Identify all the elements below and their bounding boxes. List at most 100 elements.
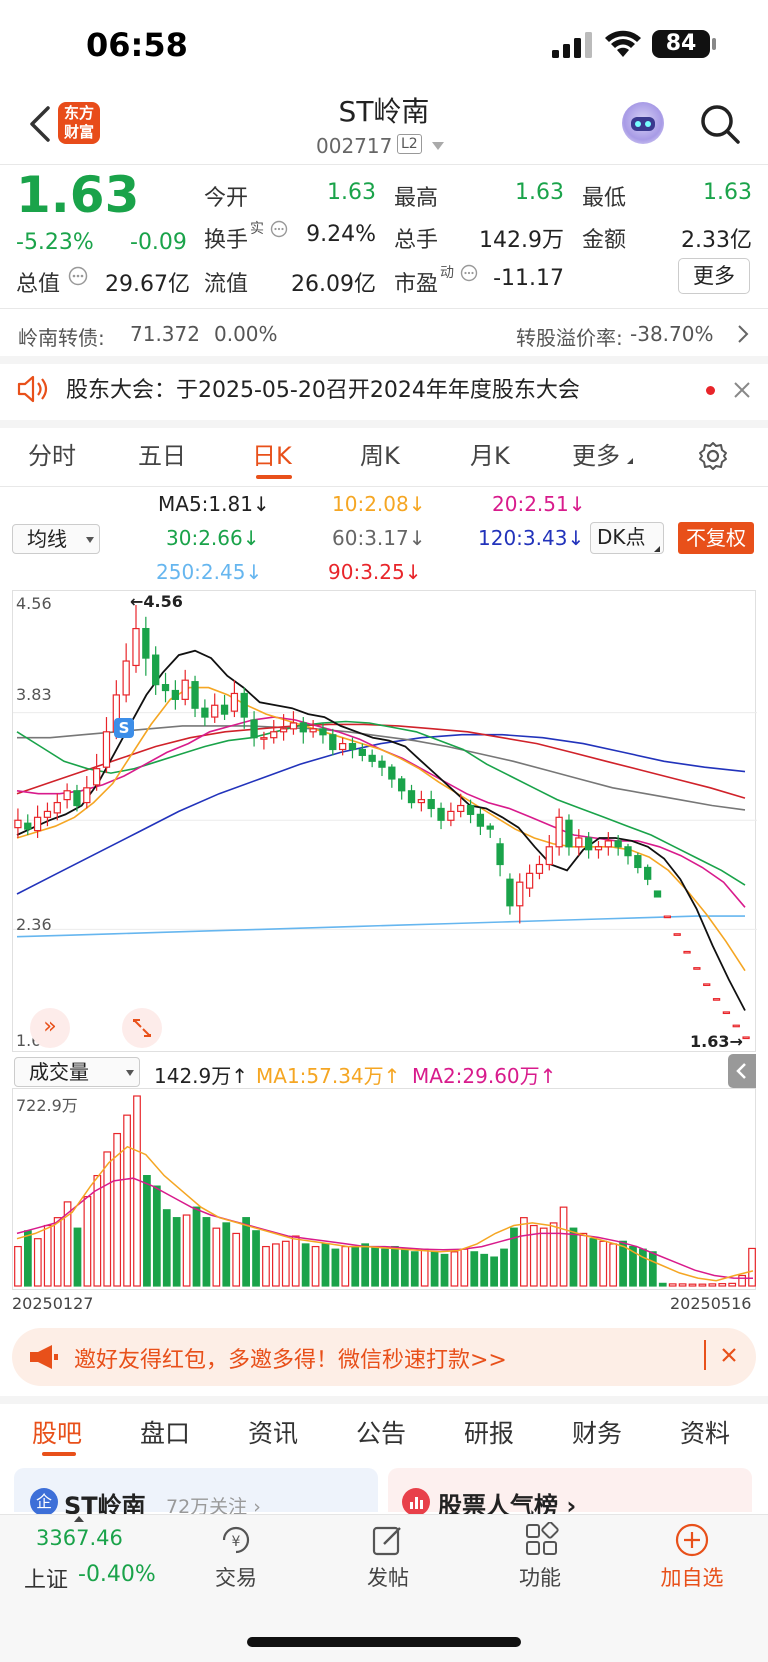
candle-body xyxy=(358,748,366,756)
nav-add-watchlist[interactable]: 加自选 xyxy=(637,1562,747,1592)
collapse-panel-button[interactable] xyxy=(728,1054,756,1088)
candle xyxy=(211,693,219,723)
ma20-line xyxy=(16,716,746,908)
tab-daily-k[interactable]: 日K xyxy=(252,436,292,471)
volume-bar xyxy=(549,1222,558,1287)
home-indicator xyxy=(247,1637,521,1647)
chevron-right-icon[interactable] xyxy=(736,324,750,344)
sell-signal-badge[interactable]: S xyxy=(114,718,134,738)
compose-icon[interactable] xyxy=(370,1522,406,1558)
candle xyxy=(722,1011,731,1015)
tab-more[interactable]: 更多 xyxy=(572,436,620,471)
volume-bar xyxy=(698,1283,707,1287)
candle-body xyxy=(447,810,455,821)
candle xyxy=(83,776,91,809)
volume-bar xyxy=(281,1240,290,1287)
notice-text[interactable]: 股东大会：于2025-05-20召开2024年年度股东大会 xyxy=(66,372,580,404)
candle-body xyxy=(634,855,642,869)
volume-bar xyxy=(162,1209,171,1287)
candle xyxy=(142,616,150,676)
tab-announcements[interactable]: 公告 xyxy=(356,1414,406,1450)
volume-bar xyxy=(311,1245,320,1287)
candle xyxy=(732,1024,740,1028)
header-divider xyxy=(0,164,768,165)
index-value[interactable]: 3367.46 xyxy=(36,1526,123,1550)
volume-bar xyxy=(172,1217,181,1287)
candle xyxy=(181,669,189,706)
ma5-line xyxy=(16,649,746,1011)
tabs-divider xyxy=(0,486,768,487)
assistant-robot-icon[interactable] xyxy=(622,102,664,144)
adjust-toggle-button[interactable]: 不复权 xyxy=(678,522,754,554)
signal-icon xyxy=(552,32,592,58)
amount-value: 2.33亿 xyxy=(681,228,752,253)
candle-body xyxy=(486,825,494,830)
volume-bar xyxy=(53,1217,62,1287)
volume-indicator-select[interactable]: 成交量 xyxy=(14,1057,140,1087)
expand-left-icon[interactable]: » xyxy=(30,1008,70,1048)
volume-bar xyxy=(222,1222,231,1287)
candle-body xyxy=(693,967,701,970)
tab-monthly-k[interactable]: 月K xyxy=(470,436,510,471)
ma10-label: 10:2.08↓ xyxy=(332,492,426,516)
tab-handicap[interactable]: 盘口 xyxy=(140,1414,190,1450)
candle xyxy=(92,753,101,791)
index-name[interactable]: 上证 xyxy=(24,1562,68,1594)
volume-max-label: 722.9万 xyxy=(16,1096,78,1115)
tab-financials[interactable]: 财务 xyxy=(572,1414,622,1450)
candle-body xyxy=(703,983,711,987)
volume-bar xyxy=(569,1227,578,1287)
amount-label: 金额 xyxy=(582,228,627,253)
promo-text[interactable]: 邀好友得红包，多邀多得！微信秒速打款>> xyxy=(74,1342,507,1374)
tab-research[interactable]: 研报 xyxy=(464,1414,514,1450)
total-value: 29.67亿 xyxy=(105,272,190,297)
candle-body xyxy=(270,731,278,739)
convertible-bond-name[interactable]: 岭南转债: xyxy=(18,322,105,351)
float-value-label: 流值 xyxy=(204,272,249,297)
candle-body xyxy=(732,1024,740,1028)
search-icon[interactable] xyxy=(698,102,742,146)
nav-trade[interactable]: 交易 xyxy=(181,1562,291,1592)
nav-functions[interactable]: 功能 xyxy=(485,1562,595,1592)
info-icon[interactable] xyxy=(460,264,478,282)
gear-icon[interactable] xyxy=(697,440,729,472)
volume-bar xyxy=(708,1283,717,1287)
candle-body xyxy=(368,754,376,762)
fullscreen-icon[interactable] xyxy=(122,1008,162,1048)
candle xyxy=(230,680,239,718)
candle-body xyxy=(260,737,268,740)
stock-code[interactable]: 002717 xyxy=(316,134,392,158)
volume-bar xyxy=(152,1185,161,1287)
chevron-down-icon[interactable] xyxy=(432,142,444,150)
tab-weekly-k[interactable]: 周K xyxy=(360,436,400,471)
close-icon[interactable] xyxy=(720,1346,738,1364)
tab-news[interactable]: 资讯 xyxy=(248,1414,298,1450)
grid-apps-icon[interactable] xyxy=(524,1522,560,1558)
battery-level: 84 xyxy=(652,30,710,58)
add-circle-icon[interactable] xyxy=(674,1522,710,1558)
trade-icon[interactable]: ¥ xyxy=(216,1522,256,1558)
kline-chart[interactable] xyxy=(12,590,757,1052)
candle-body xyxy=(171,689,180,700)
more-button[interactable]: 更多 xyxy=(678,258,750,294)
level2-badge[interactable]: L2 xyxy=(397,134,422,154)
volume-bar xyxy=(182,1214,191,1287)
candle xyxy=(250,711,258,747)
ma250-line xyxy=(16,915,745,938)
tab-intraday[interactable]: 分时 xyxy=(28,436,76,471)
volume-bar xyxy=(470,1251,479,1287)
tab-profile[interactable]: 资料 xyxy=(680,1414,730,1450)
info-icon[interactable] xyxy=(270,220,288,238)
index-change[interactable]: -0.40% xyxy=(78,1562,156,1587)
candle xyxy=(653,890,662,898)
open-value: 1.63 xyxy=(327,180,376,205)
volume-svg xyxy=(14,1095,756,1287)
candle xyxy=(644,864,652,886)
close-icon[interactable] xyxy=(732,380,752,400)
volume-chart[interactable] xyxy=(12,1088,756,1290)
nav-post[interactable]: 发帖 xyxy=(333,1562,443,1592)
tab-five-day[interactable]: 五日 xyxy=(138,436,186,471)
info-icon[interactable] xyxy=(68,266,88,286)
dk-point-button[interactable]: DK点 xyxy=(590,522,664,554)
tab-guba[interactable]: 股吧 xyxy=(32,1414,82,1450)
